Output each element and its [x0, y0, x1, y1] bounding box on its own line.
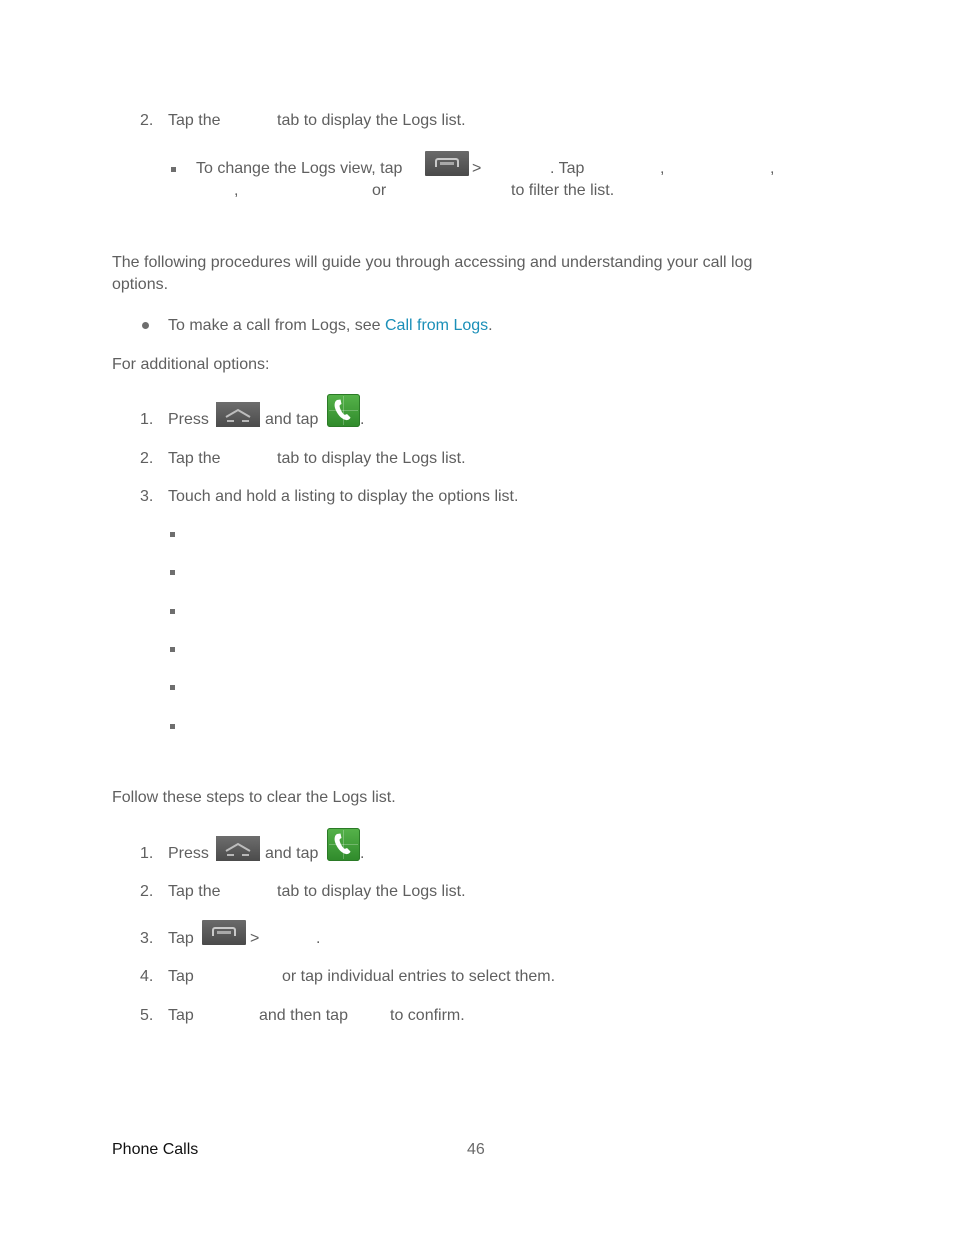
subbullet-text: or — [372, 182, 387, 199]
step-number: 2. — [140, 112, 154, 129]
step-text: and tap — [265, 411, 319, 428]
option-bullet — [170, 609, 175, 614]
home-key-icon — [216, 836, 260, 861]
subbullet-text: to filter the list. — [511, 182, 615, 199]
step-end: . — [360, 411, 365, 428]
bullet-text-end: . — [488, 317, 493, 334]
step-text: Press — [168, 411, 209, 428]
step-number: 4. — [140, 968, 154, 985]
step-number: 3. — [140, 488, 154, 505]
intro-paragraph: options. — [112, 276, 169, 293]
step-text: to confirm. — [390, 1007, 465, 1024]
call-from-logs-link[interactable]: Call from Logs — [385, 317, 488, 334]
round-bullet — [142, 322, 149, 329]
step-text: Touch and hold a listing to display the … — [168, 488, 519, 505]
step-number: 1. — [140, 845, 154, 862]
footer-page-number: 46 — [467, 1141, 485, 1158]
comma: , — [234, 182, 239, 199]
step-text: Tap — [168, 930, 194, 947]
step-number: 2. — [140, 450, 154, 467]
step-text: Tap — [168, 1007, 194, 1024]
step-text: and tap — [265, 845, 319, 862]
intro-paragraph: The following procedures will guide you … — [112, 254, 753, 271]
clear-logs-intro: Follow these steps to clear the Logs lis… — [112, 789, 396, 806]
option-bullet — [170, 685, 175, 690]
step-text: Tap the — [168, 112, 221, 129]
comma: , — [770, 160, 775, 177]
subbullet-text: . Tap — [550, 160, 585, 177]
comma: , — [660, 160, 665, 177]
option-bullet — [170, 532, 175, 537]
bullet-text-prefix: To make a call from Logs, see — [168, 317, 381, 334]
step-text: Press — [168, 845, 209, 862]
step-text: or tap individual entries to select them… — [282, 968, 556, 985]
step-end: . — [360, 845, 365, 862]
step-text: tab to display the Logs list. — [277, 450, 466, 467]
step-text: Tap the — [168, 883, 221, 900]
phone-app-icon — [327, 828, 360, 861]
step-end: . — [316, 930, 321, 947]
step-text: Tap — [168, 968, 194, 985]
option-bullet — [170, 647, 175, 652]
separator: > — [472, 160, 482, 177]
step-number: 5. — [140, 1007, 154, 1024]
step-number: 2. — [140, 883, 154, 900]
step-text: and then tap — [259, 1007, 348, 1024]
option-bullet — [170, 724, 175, 729]
step-text: Tap the — [168, 450, 221, 467]
home-key-icon — [216, 402, 260, 427]
step-text: tab to display the Logs list. — [277, 112, 466, 129]
step-number: 1. — [140, 411, 154, 428]
phone-app-icon — [327, 394, 360, 427]
menu-key-icon — [202, 920, 246, 945]
step-number: 3. — [140, 930, 154, 947]
square-bullet — [171, 167, 176, 172]
option-bullet — [170, 570, 175, 575]
separator: > — [250, 930, 260, 947]
step-text: tab to display the Logs list. — [277, 883, 466, 900]
bullet-text: To make a call from Logs, see Call from … — [168, 317, 493, 335]
menu-key-icon — [425, 151, 469, 176]
subbullet-text: To change the Logs view, tap — [196, 160, 403, 177]
additional-options-label: For additional options: — [112, 356, 270, 373]
footer-section-name: Phone Calls — [112, 1141, 199, 1158]
